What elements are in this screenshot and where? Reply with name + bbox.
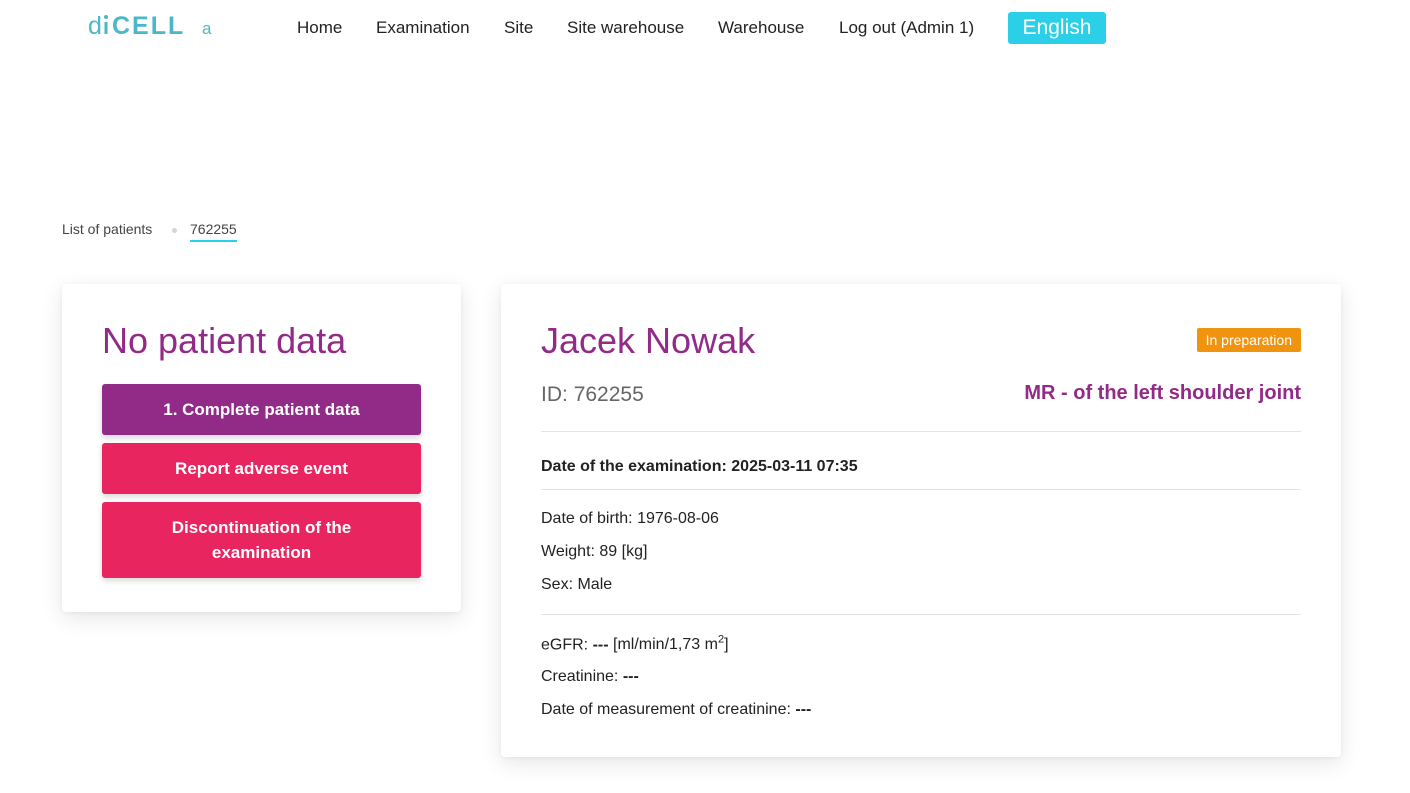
examination-type: MR - of the left shoulder joint (1024, 382, 1301, 404)
weight-label: Weight: (541, 543, 595, 560)
sex-row: Sex: Male (541, 576, 612, 594)
weight-row: Weight: 89 [kg] (541, 543, 647, 561)
patient-id-value: 762255 (573, 383, 644, 406)
nav-warehouse[interactable]: Warehouse (718, 17, 804, 39)
egfr-label: eGFR: (541, 636, 589, 654)
breadcrumb-separator (172, 228, 177, 233)
dob-label: Date of birth: (541, 510, 633, 527)
sex-value: Male (577, 576, 613, 593)
complete-patient-data-button[interactable]: 1. Complete patient data (102, 384, 421, 435)
discontinue-examination-label: Discontinuation of the examination (171, 518, 352, 562)
svg-text:a: a (202, 19, 212, 38)
dob-value: 1976-08-06 (637, 510, 719, 527)
patient-id: ID: 762255 (541, 383, 644, 407)
language-button[interactable]: English (1008, 12, 1106, 44)
dob-row: Date of birth: 1976-08-06 (541, 510, 719, 528)
creatinine-value: --- (622, 668, 639, 685)
egfr-unit: [ml/min/1,73 m2] (613, 634, 729, 654)
breadcrumb-current[interactable]: 762255 (190, 221, 237, 242)
nav-home[interactable]: Home (297, 17, 342, 39)
creatinine-row: Creatinine: --- (541, 668, 639, 686)
creatinine-label: Creatinine: (541, 668, 619, 685)
egfr-row: eGFR: --- [ml/min/1,73 m2] (541, 634, 729, 654)
examination-date-row: Date of the examination: 2025-03-11 07:3… (541, 458, 858, 476)
app-logo[interactable]: d CELL a (88, 12, 216, 38)
svg-text:CELL: CELL (112, 12, 185, 38)
divider (541, 431, 1301, 432)
examination-date-value: 2025-03-11 07:35 (731, 458, 858, 475)
patient-id-label: ID: (541, 383, 568, 406)
creatinine-date-label: Date of measurement of creatinine: (541, 701, 791, 718)
breadcrumb-list-of-patients[interactable]: List of patients (62, 221, 152, 237)
creatinine-date-row: Date of measurement of creatinine: --- (541, 701, 811, 719)
report-adverse-event-button[interactable]: Report adverse event (102, 443, 421, 494)
nav-logout[interactable]: Log out (Admin 1) (839, 17, 974, 39)
report-adverse-event-label: Report adverse event (175, 459, 348, 478)
egfr-unit-text: [ml/min/1,73 m (613, 636, 718, 654)
patient-name: Jacek Nowak (541, 320, 756, 361)
nav-site-warehouse[interactable]: Site warehouse (567, 17, 684, 39)
complete-patient-data-label: 1. Complete patient data (163, 400, 360, 419)
svg-text:d: d (88, 12, 103, 38)
actions-card-title: No patient data (102, 320, 347, 361)
nav-examination[interactable]: Examination (376, 17, 470, 39)
divider (541, 489, 1301, 490)
creatinine-date-value: --- (795, 701, 812, 718)
weight-value: 89 [kg] (599, 543, 648, 560)
divider (541, 614, 1301, 615)
examination-date-label: Date of the examination: (541, 458, 727, 475)
discontinue-examination-button[interactable]: Discontinuation of the examination (102, 502, 421, 578)
sex-label: Sex: (541, 576, 574, 593)
patient-details-card: Jacek Nowak In preparation ID: 762255 MR… (501, 284, 1341, 757)
nav-site[interactable]: Site (504, 17, 533, 39)
egfr-unit-end: ] (724, 636, 729, 654)
status-badge: In preparation (1196, 328, 1301, 352)
egfr-value: --- (592, 636, 609, 654)
actions-card: No patient data 1. Complete patient data… (62, 284, 461, 612)
